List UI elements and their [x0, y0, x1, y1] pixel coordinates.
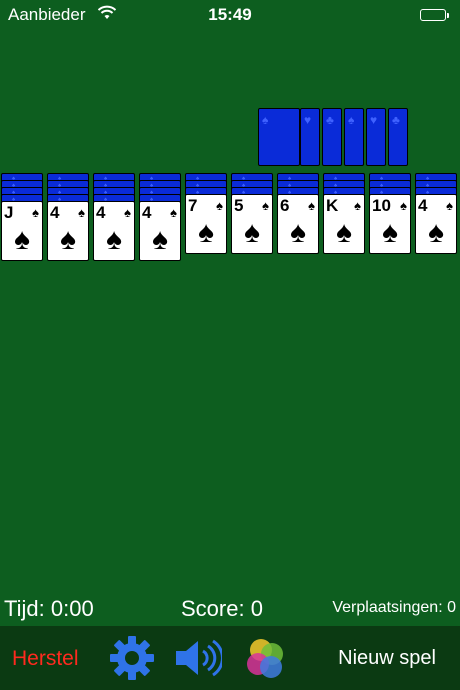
battery-icon: [420, 9, 449, 21]
spade-icon: ♠: [60, 223, 76, 256]
tableau: ♠ ♠ ♠ ♠ J ♠ ♠ ♠ ♠ ♠ ♠ 4 ♠ ♠ ♠ ♠ ♠ ♠ 4 ♠ ♠ ♠ ♠ ♠ ♠ 4 ♠ ♠ ♠ ♠ ♠ 7 ♠ ♠ ♠ ♠ ♠ 5 ♠ ♠…: [0, 173, 460, 273]
card-rank: 7: [188, 196, 198, 215]
score: Score: 0: [181, 596, 263, 621]
spade-icon: ♠: [170, 205, 177, 220]
spade-icon: ♠: [446, 198, 453, 213]
elapsed-time: Tijd: 0:00: [4, 596, 94, 621]
stock-card-back[interactable]: ♣: [388, 108, 408, 166]
new-game-button[interactable]: Nieuw spel: [338, 647, 436, 670]
card-face[interactable]: 4 ♠ ♠: [47, 201, 89, 261]
stock-card-back[interactable]: ♣: [322, 108, 342, 166]
card-rank: 6: [280, 196, 290, 215]
spade-icon: ♠: [382, 216, 398, 249]
card-face[interactable]: 7 ♠ ♠: [185, 194, 227, 254]
card-rank: 4: [418, 196, 428, 215]
spade-icon: ♠: [14, 223, 30, 256]
spade-icon: ♠: [78, 205, 85, 220]
card-face[interactable]: K ♠ ♠: [323, 194, 365, 254]
card-back-pattern: ♠: [262, 113, 269, 127]
stock-card-back[interactable]: ♠: [344, 108, 364, 166]
spade-icon: ♠: [354, 198, 361, 213]
card-back-pattern: ♥: [370, 113, 378, 127]
card-rank: 5: [234, 196, 244, 215]
stock-card-back[interactable]: ♥: [300, 108, 320, 166]
spade-icon: ♠: [262, 198, 269, 213]
gear-icon[interactable]: [108, 634, 156, 682]
card-face[interactable]: 4 ♠ ♠: [93, 201, 135, 261]
card-back-pattern: ♠: [348, 113, 355, 127]
spade-icon: ♠: [124, 205, 131, 220]
card-face[interactable]: 6 ♠ ♠: [277, 194, 319, 254]
spade-icon: ♠: [198, 216, 214, 249]
bottom-toolbar: Herstel Nieuw spel: [0, 626, 460, 690]
card-face[interactable]: 10 ♠ ♠: [369, 194, 411, 254]
game-info: Tijd: 0:00 Score: 0 Verplaatsingen: 0: [0, 592, 460, 624]
status-bar: Aanbieder 15:49: [0, 0, 460, 30]
game-center-icon[interactable]: [242, 634, 290, 682]
spade-icon: ♠: [32, 205, 39, 220]
card-rank: J: [4, 203, 14, 222]
status-time: 15:49: [208, 5, 252, 24]
card-face[interactable]: 5 ♠ ♠: [231, 194, 273, 254]
moves-count: Verplaatsingen: 0: [332, 599, 456, 616]
stock-card-back[interactable]: ♥: [366, 108, 386, 166]
card-face[interactable]: J ♠ ♠: [1, 201, 43, 261]
spade-icon: ♠: [336, 216, 352, 249]
card-rank: 4: [50, 203, 60, 222]
speaker-icon[interactable]: [174, 634, 224, 682]
spade-icon: ♠: [400, 198, 407, 213]
stock-card-back[interactable]: ♠: [258, 108, 300, 166]
spade-icon: ♠: [290, 216, 306, 249]
undo-button[interactable]: Herstel: [12, 647, 79, 671]
card-rank: 10: [372, 196, 391, 215]
spade-icon: ♠: [152, 223, 168, 256]
spade-icon: ♠: [308, 198, 315, 213]
spade-icon: ♠: [428, 216, 444, 249]
card-face[interactable]: 4 ♠ ♠: [139, 201, 181, 261]
spade-icon: ♠: [244, 216, 260, 249]
card-rank: K: [326, 196, 339, 215]
card-back-pattern: ♣: [326, 113, 334, 127]
spade-icon: ♠: [106, 223, 122, 256]
spade-icon: ♠: [216, 198, 223, 213]
card-back-pattern: ♥: [304, 113, 312, 127]
card-rank: 4: [142, 203, 152, 222]
card-back-pattern: ♣: [392, 113, 400, 127]
stock-pile[interactable]: ♠ ♥ ♣ ♠ ♥ ♣: [258, 108, 408, 166]
card-face[interactable]: 4 ♠ ♠: [415, 194, 457, 254]
card-rank: 4: [96, 203, 106, 222]
